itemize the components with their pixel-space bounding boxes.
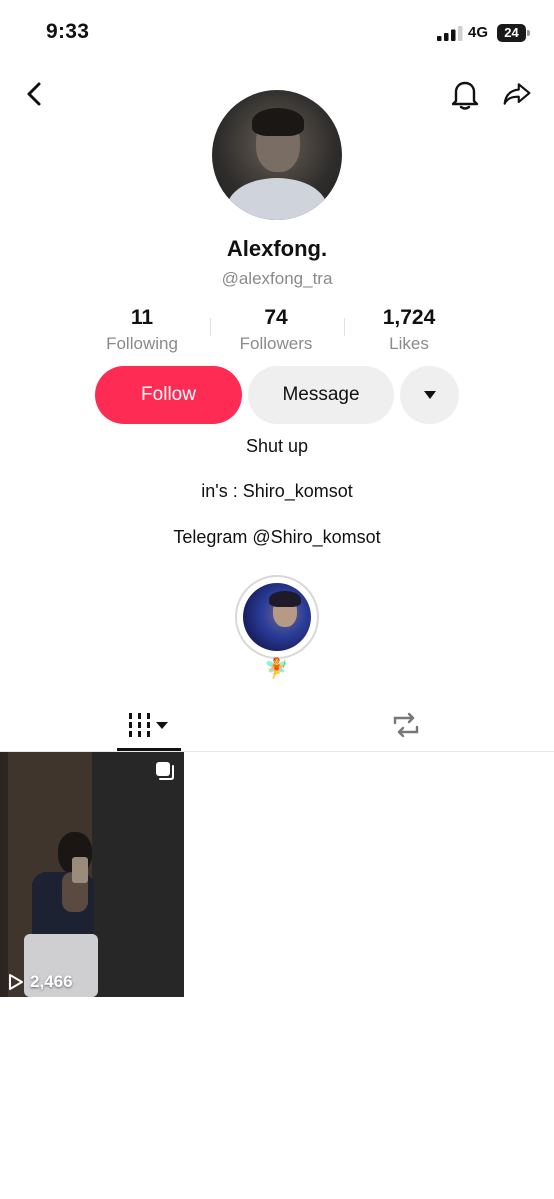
network-type: 4G: [468, 24, 489, 41]
bell-icon: [451, 81, 479, 110]
stat-value: 1,724: [382, 306, 436, 329]
video-thumbnail[interactable]: 2,466: [0, 752, 184, 997]
bio-line: Telegram @Shiro_komsot: [173, 527, 381, 547]
multi-image-icon: [156, 762, 174, 780]
status-time: 9:33: [46, 20, 90, 43]
profile-avatar[interactable]: [212, 90, 342, 220]
stat-followers[interactable]: 74 Followers: [211, 306, 341, 354]
story-highlight[interactable]: [235, 575, 319, 659]
bio-line: in's : Shiro_komsot: [201, 481, 353, 501]
video-views: 2,466: [8, 972, 73, 992]
share-button[interactable]: [502, 79, 532, 109]
fairy-emoji: 🧚: [264, 658, 289, 680]
stat-value: 11: [130, 306, 154, 329]
view-count: 2,466: [30, 972, 73, 991]
repost-icon: [393, 712, 419, 738]
stat-label: Likes: [389, 334, 429, 353]
battery-icon: 24: [497, 24, 531, 42]
stat-value: 74: [264, 306, 288, 329]
tab-videos[interactable]: [117, 700, 181, 750]
battery-level: 24: [504, 25, 519, 40]
message-button[interactable]: Message: [248, 366, 394, 424]
videos-grid-icon: [129, 713, 168, 737]
username: @alexfong_tra: [221, 269, 333, 288]
caret-down-icon: [423, 391, 436, 399]
cellular-signal-icon: [437, 26, 463, 41]
stat-following[interactable]: 11 Following: [77, 306, 207, 354]
stat-likes[interactable]: 1,724 Likes: [344, 306, 474, 354]
stat-label: Following: [106, 334, 178, 353]
play-icon: [9, 974, 23, 990]
follow-button[interactable]: Follow: [95, 366, 242, 424]
more-options-button[interactable]: [400, 366, 459, 424]
chevron-left-icon: [27, 82, 41, 106]
display-name: Alexfong.: [226, 236, 328, 261]
share-icon: [503, 83, 531, 105]
bio-line: Shut up: [245, 436, 309, 456]
notifications-button[interactable]: [450, 79, 480, 110]
stat-label: Followers: [239, 334, 313, 353]
back-button[interactable]: [20, 79, 50, 109]
tab-reposts[interactable]: [374, 700, 438, 750]
